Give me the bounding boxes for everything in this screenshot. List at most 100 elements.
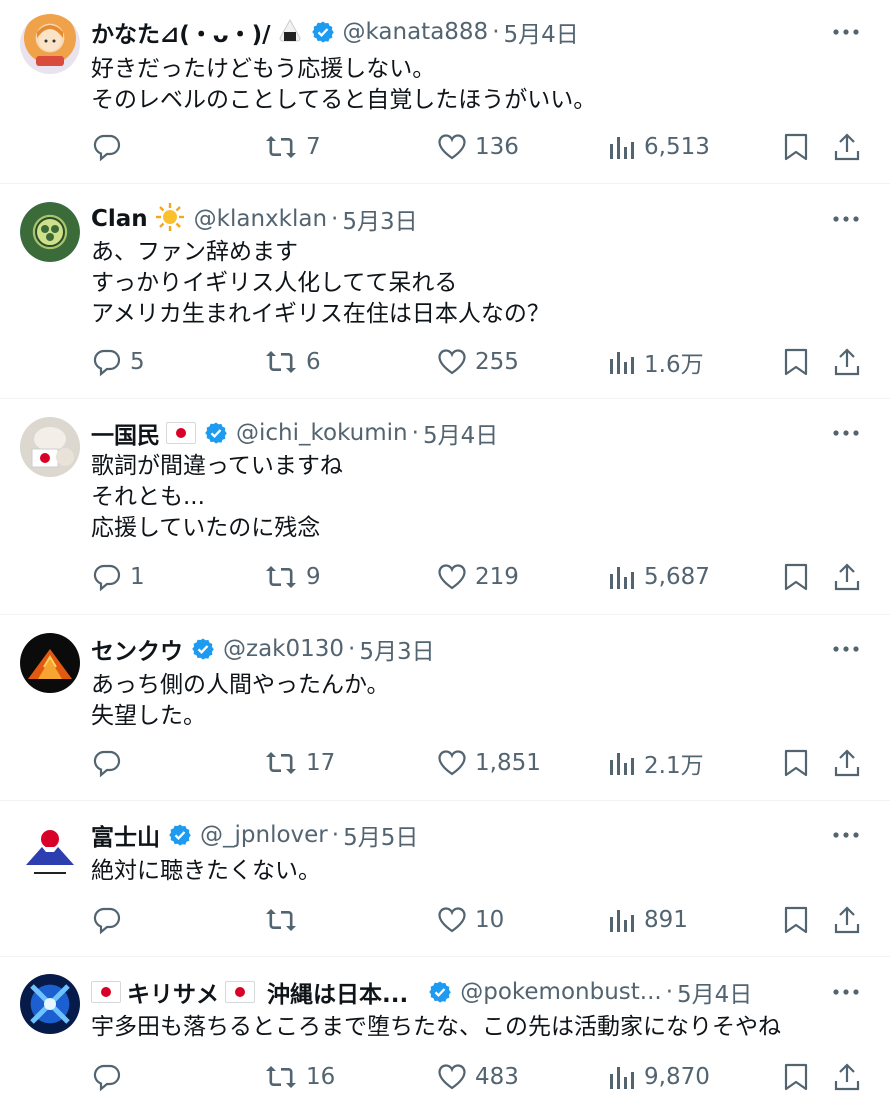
more-options-icon[interactable] (832, 635, 860, 663)
view-count: 5,687 (644, 564, 710, 590)
avatar[interactable] (20, 633, 80, 693)
more-options-icon[interactable] (832, 205, 860, 233)
display-name[interactable]: Clan (91, 206, 148, 232)
like-count: 255 (475, 349, 519, 375)
avatar[interactable] (20, 417, 80, 477)
reply-icon (92, 347, 122, 377)
display-name-suffix[interactable]: 沖縄は日本... (267, 975, 408, 1009)
bookmark-button[interactable] (782, 900, 810, 940)
tweet[interactable]: かなた⊿(・ᴗ・)/ @kanata888 · 5月4日 好きだったけどもう応援… (0, 0, 890, 184)
tweet-header: キリサメ 沖縄は日本... @pokemonbust... · 5月4日 (91, 974, 870, 1010)
reply-button[interactable] (92, 900, 130, 940)
like-count: 1,851 (475, 750, 541, 776)
retweet-button[interactable]: 16 (264, 1057, 335, 1097)
like-button[interactable]: 10 (437, 900, 504, 940)
tweet-date[interactable]: 5月5日 (343, 818, 418, 852)
views-button[interactable]: 1.6万 (608, 342, 704, 382)
like-button[interactable]: 483 (437, 1057, 519, 1097)
handle[interactable]: @kanata888 (343, 19, 489, 45)
like-count: 483 (475, 1064, 519, 1090)
share-button[interactable] (832, 1057, 862, 1097)
bookmark-button[interactable] (782, 743, 810, 783)
handle[interactable]: @zak0130 (223, 636, 344, 662)
verified-icon (204, 421, 228, 445)
bookmark-button[interactable] (782, 1057, 810, 1097)
tweet-date[interactable]: 5月3日 (342, 202, 417, 236)
like-count: 136 (475, 134, 519, 160)
more-options-icon[interactable] (832, 978, 860, 1006)
views-button[interactable]: 9,870 (608, 1057, 710, 1097)
tweet-date[interactable]: 5月4日 (504, 15, 579, 49)
retweet-icon (264, 132, 298, 162)
avatar-illustration (36, 25, 64, 66)
retweet-button[interactable]: 17 (264, 743, 335, 783)
like-button[interactable]: 1,851 (437, 743, 541, 783)
tweet[interactable]: 富士山 @_jpnlover · 5月5日 絶対に聴きたくない。 10 891 (0, 801, 890, 957)
tweet-date[interactable]: 5月4日 (677, 975, 752, 1009)
tweet[interactable]: キリサメ 沖縄は日本... @pokemonbust... · 5月4日 宇多田… (0, 957, 890, 1108)
display-name[interactable]: センクウ (91, 632, 183, 666)
bookmark-icon (782, 347, 810, 377)
heart-icon (437, 562, 467, 592)
share-button[interactable] (832, 900, 862, 940)
retweet-button[interactable]: 6 (264, 342, 321, 382)
retweet-icon (264, 1062, 298, 1092)
retweet-count: 9 (306, 564, 321, 590)
avatar[interactable] (20, 974, 80, 1034)
handle[interactable]: @_jpnlover (200, 822, 328, 848)
tweet[interactable]: Clan @klanxklan · 5月3日 あ、ファン辞めます すっかりイギリ… (0, 184, 890, 399)
like-button[interactable]: 136 (437, 127, 519, 167)
retweet-icon (264, 562, 298, 592)
bookmark-button[interactable] (782, 557, 810, 597)
bookmark-button[interactable] (782, 127, 810, 167)
like-count: 219 (475, 564, 519, 590)
display-name[interactable]: かなた⊿(・ᴗ・)/ (91, 15, 271, 49)
like-button[interactable]: 219 (437, 557, 519, 597)
retweet-button[interactable]: 9 (264, 557, 321, 597)
avatar[interactable] (20, 14, 80, 74)
more-options-icon[interactable] (832, 821, 860, 849)
handle[interactable]: @ichi_kokumin (236, 420, 408, 446)
bookmark-button[interactable] (782, 342, 810, 382)
display-name[interactable]: キリサメ (127, 975, 219, 1009)
separator-dot: · (331, 822, 340, 848)
share-button[interactable] (832, 743, 862, 783)
avatar[interactable] (20, 202, 80, 262)
share-icon (832, 347, 862, 377)
share-button[interactable] (832, 127, 862, 167)
views-button[interactable]: 6,513 (608, 127, 710, 167)
tweet[interactable]: センクウ @zak0130 · 5月3日 あっち側の人間やったんか。 失望した。… (0, 615, 890, 801)
more-options-icon[interactable] (832, 18, 860, 46)
retweet-count: 6 (306, 349, 321, 375)
share-icon (832, 132, 862, 162)
reply-icon (92, 132, 122, 162)
retweet-button[interactable] (264, 900, 306, 940)
view-count: 2.1万 (644, 753, 704, 779)
reply-button[interactable] (92, 1057, 130, 1097)
handle[interactable]: @pokemonbust... (460, 979, 662, 1005)
bar-chart-icon (608, 132, 636, 162)
reply-button[interactable] (92, 743, 130, 783)
views-button[interactable]: 2.1万 (608, 743, 704, 783)
reply-button[interactable]: 1 (92, 557, 145, 597)
avatar[interactable] (20, 821, 80, 881)
reply-button[interactable]: 5 (92, 342, 145, 382)
handle[interactable]: @klanxklan (194, 206, 327, 232)
share-button[interactable] (832, 342, 862, 382)
views-button[interactable]: 891 (608, 900, 688, 940)
view-count: 1.6万 (644, 352, 704, 378)
display-name[interactable]: 富士山 (91, 818, 160, 852)
tweet[interactable]: 一国民 @ichi_kokumin · 5月4日 歌詞が間違っていますね それと… (0, 399, 890, 615)
retweet-button[interactable]: 7 (264, 127, 321, 167)
share-button[interactable] (832, 557, 862, 597)
japan-flag-icon (166, 422, 196, 444)
heart-icon (437, 748, 467, 778)
tweet-date[interactable]: 5月3日 (359, 632, 434, 666)
like-button[interactable]: 255 (437, 342, 519, 382)
more-options-icon[interactable] (832, 419, 860, 447)
display-name[interactable]: 一国民 (91, 416, 160, 450)
views-button[interactable]: 5,687 (608, 557, 710, 597)
tweet-date[interactable]: 5月4日 (423, 416, 498, 450)
avatar-photo (31, 427, 74, 468)
reply-button[interactable] (92, 127, 130, 167)
